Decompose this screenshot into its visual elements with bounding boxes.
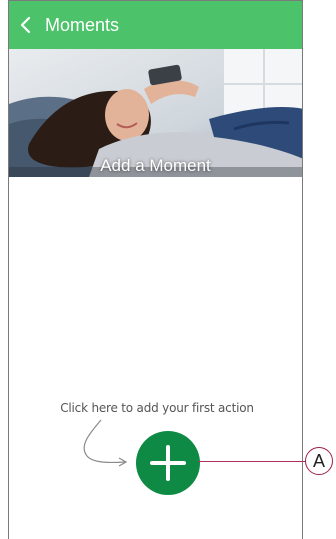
screenshot-frame: Moments Add a Moment Click here to add y… bbox=[0, 0, 336, 539]
callout-line bbox=[198, 461, 306, 462]
app-screen: Moments Add a Moment Click here to add y… bbox=[8, 0, 303, 539]
page-title: Moments bbox=[45, 14, 120, 35]
plus-icon bbox=[150, 445, 186, 481]
callout-letter: A bbox=[312, 450, 325, 471]
app-header: Moments bbox=[9, 1, 302, 49]
back-button[interactable] bbox=[11, 1, 39, 49]
add-moment-label: Add a Moment bbox=[100, 156, 211, 175]
add-action-button[interactable] bbox=[136, 431, 200, 495]
moment-banner[interactable]: Add a Moment bbox=[9, 49, 302, 177]
chevron-left-icon bbox=[20, 16, 31, 34]
curved-arrow-icon bbox=[83, 419, 128, 467]
callout-marker: A bbox=[305, 447, 333, 475]
add-action-hint: Click here to add your first action bbox=[60, 401, 254, 415]
